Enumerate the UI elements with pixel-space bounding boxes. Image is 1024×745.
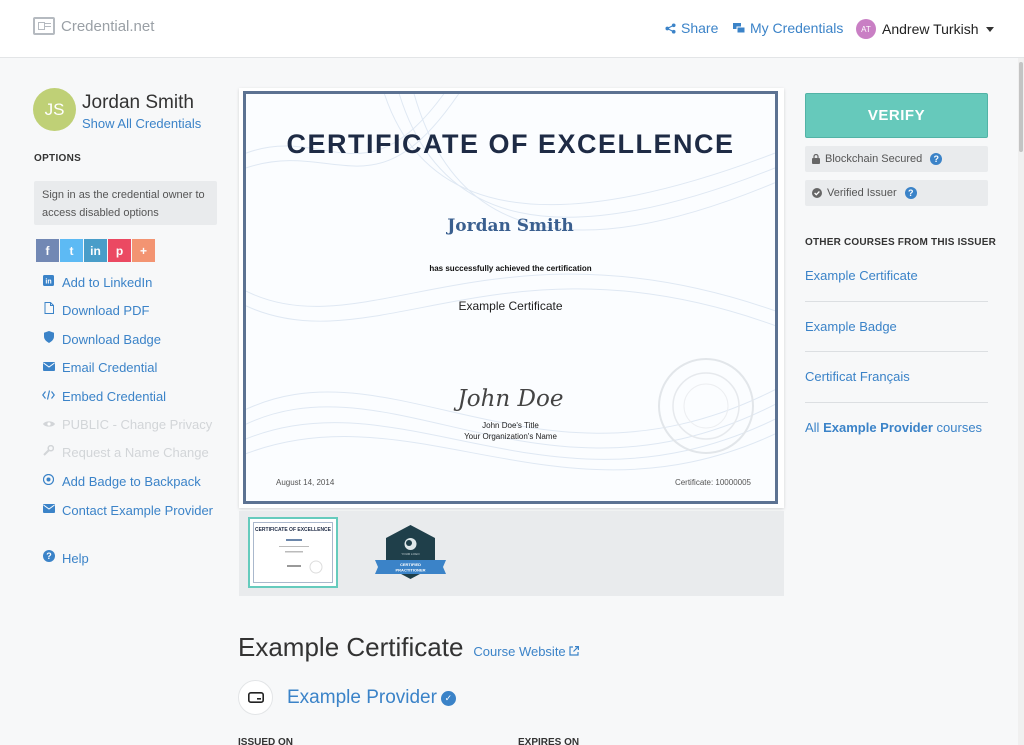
certificate-seal-icon (658, 358, 754, 454)
course-link[interactable]: Example Certificate (805, 251, 988, 302)
certificate-recipient: Jordan Smith (447, 216, 574, 236)
verify-button[interactable]: VERIFY (805, 93, 988, 138)
social-share-buttons: f t in p + (36, 239, 155, 262)
card-icon (247, 692, 264, 703)
share-icon (665, 22, 676, 34)
credential-net-logo[interactable]: Credential.net (33, 17, 154, 35)
my-credentials-label: My Credentials (750, 20, 844, 36)
scrollbar[interactable] (1018, 58, 1024, 745)
certificate-number: Certificate: 10000005 (674, 478, 751, 487)
add-badge-to-backpack-item[interactable]: Add Badge to Backpack (42, 472, 222, 500)
verified-issuer-label: Verified Issuer (827, 187, 897, 199)
profile-header: JS Jordan Smith Show All Credentials (33, 88, 201, 133)
download-badge-item[interactable]: Download Badge (42, 330, 222, 358)
scrollbar-thumb[interactable] (1019, 62, 1023, 152)
badge-thumbnail[interactable]: CERTIFIED PRACTITIONER YOUR LOGO (373, 523, 448, 585)
credential-title: Example Certificate (238, 632, 464, 662)
contact-provider-item[interactable]: Contact Example Provider (42, 500, 222, 549)
thumbnail-cert-title: CERTIFICATE OF EXCELLENCE (254, 527, 332, 533)
svg-text:in: in (45, 279, 51, 286)
change-privacy-item: PUBLIC - Change Privacy (42, 415, 222, 443)
certificate-date: August 14, 2014 (276, 478, 335, 487)
badge-ribbon-text-2: PRACTITIONER (396, 568, 426, 573)
request-name-change-item: Request a Name Change (42, 443, 222, 471)
credentials-icon (733, 23, 745, 33)
question-icon[interactable]: ? (930, 153, 943, 165)
expires-on-label: EXPIRES ON (518, 737, 580, 745)
options-menu: in Add to LinkedIn Download PDF Download… (42, 273, 222, 578)
blockchain-label: Blockchain Secured (825, 153, 923, 165)
question-icon[interactable]: ? (904, 187, 917, 199)
share-link[interactable]: Share (665, 20, 718, 36)
twitter-icon[interactable]: t (60, 239, 83, 262)
profile-avatar: JS (33, 88, 76, 131)
download-pdf-item[interactable]: Download PDF (42, 301, 222, 329)
envelope-icon (42, 500, 55, 520)
thumbnail-strip: CERTIFICATE OF EXCELLENCE CERTIFIED PRAC… (239, 511, 784, 596)
provider-link[interactable]: Example Provider ✓ (287, 687, 456, 709)
svg-text:?: ? (46, 551, 52, 561)
more-share-icon[interactable]: + (132, 239, 155, 262)
code-icon (42, 387, 55, 407)
my-credentials-link[interactable]: My Credentials (733, 20, 843, 36)
thumbnail-cert-lines (279, 539, 323, 574)
add-to-linkedin-item[interactable]: in Add to LinkedIn (42, 273, 222, 301)
certificate-document: CERTIFICATE OF EXCELLENCE Jordan Smith h… (243, 91, 778, 504)
share-label: Share (681, 20, 719, 36)
user-name: Andrew Turkish (882, 21, 979, 37)
blockchain-secured-status: Blockchain Secured ? (805, 146, 988, 172)
facebook-icon[interactable]: f (36, 239, 59, 262)
linkedin-share-icon[interactable]: in (84, 239, 107, 262)
external-link-icon (569, 646, 580, 656)
course-link[interactable]: Certificat Français (805, 352, 988, 403)
linkedin-icon: in (42, 273, 55, 293)
help-icon: ? (42, 549, 55, 569)
course-link[interactable]: Example Badge (805, 302, 988, 352)
top-navbar: Credential.net Share My Credentials AT A… (0, 0, 1024, 58)
profile-name: Jordan Smith (82, 92, 194, 113)
envelope-icon (42, 358, 55, 378)
backpack-icon (42, 472, 55, 492)
pinterest-icon[interactable]: p (108, 239, 131, 262)
user-avatar: AT (856, 19, 876, 39)
shield-icon (42, 330, 55, 350)
eye-icon (42, 415, 55, 435)
credential-heading: Example Certificate Course Website (238, 632, 580, 663)
verified-check-icon: ✓ (440, 690, 456, 706)
check-circle-icon (812, 188, 822, 198)
options-heading: OPTIONS (34, 153, 82, 164)
provider-logo[interactable] (238, 680, 273, 715)
certificate-title: CERTIFICATE OF EXCELLENCE (286, 129, 735, 159)
badge-top-text: YOUR LOGO (401, 552, 420, 556)
other-courses-list: Example Certificate Example Badge Certif… (805, 251, 988, 453)
all-provider-courses-link[interactable]: All Example Provider courses (805, 403, 988, 454)
verified-issuer-status: Verified Issuer ? (805, 180, 988, 206)
provider-row: Example Provider ✓ (238, 680, 456, 715)
embed-credential-item[interactable]: Embed Credential (42, 387, 222, 415)
show-all-credentials-link[interactable]: Show All Credentials (82, 115, 201, 133)
caret-down-icon (986, 26, 995, 32)
certificate-thumbnail[interactable]: CERTIFICATE OF EXCELLENCE (248, 517, 338, 588)
certificate-course: Example Certificate (458, 299, 563, 313)
certificate-logo-icon (33, 17, 55, 35)
wrench-icon (42, 443, 55, 463)
course-website-link[interactable]: Course Website (473, 644, 580, 659)
other-courses-heading: OTHER COURSES FROM THIS ISSUER (805, 237, 997, 248)
issued-on-label: ISSUED ON (238, 737, 294, 745)
signin-notice: Sign in as the credential owner to acces… (34, 181, 217, 225)
certificate-achieved-text: has successfully achieved the certificat… (429, 264, 592, 273)
badge-ribbon-text-1: CERTIFIED (400, 562, 421, 567)
lock-icon (812, 154, 820, 164)
user-menu[interactable]: AT Andrew Turkish (856, 19, 995, 39)
email-credential-item[interactable]: Email Credential (42, 358, 222, 386)
certificate-preview[interactable]: CERTIFICATE OF EXCELLENCE Jordan Smith h… (239, 88, 784, 508)
pdf-icon (42, 301, 55, 321)
help-item[interactable]: ? Help (42, 549, 222, 577)
logo-text: Credential.net (61, 17, 155, 35)
